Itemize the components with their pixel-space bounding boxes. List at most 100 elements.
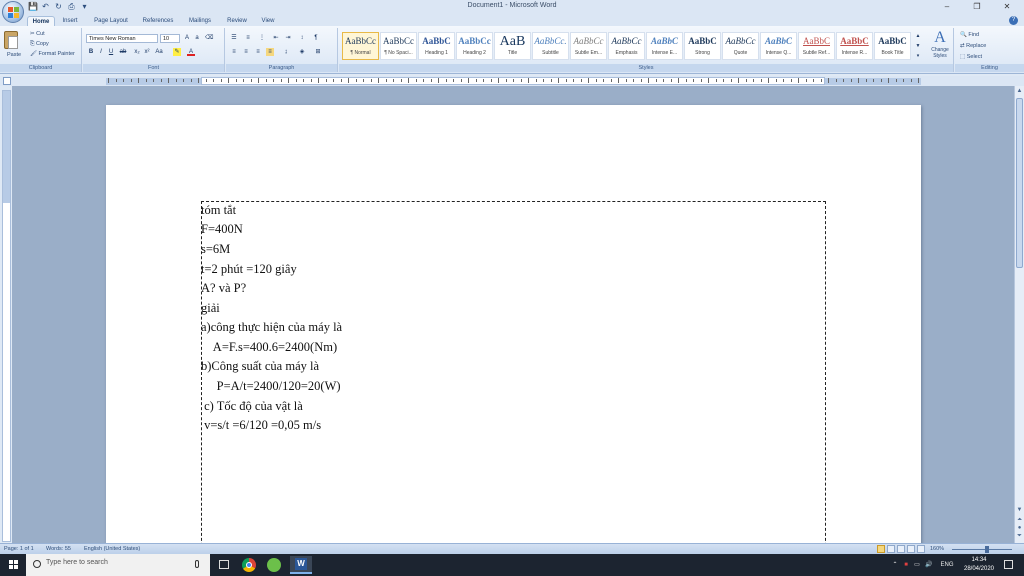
bold-icon[interactable]: B	[87, 48, 95, 56]
start-button[interactable]	[0, 554, 26, 576]
green-app-icon[interactable]	[263, 556, 285, 574]
tab-view[interactable]: View	[256, 16, 280, 26]
bullets-icon[interactable]: ☰	[230, 34, 238, 42]
font-size-select[interactable]: 10	[160, 34, 180, 43]
scroll-up-icon[interactable]: ▲	[1016, 87, 1023, 95]
style-quote[interactable]: AaBbCc Quote	[722, 32, 759, 60]
page-count[interactable]: Page: 1 of 1	[4, 545, 34, 554]
word-taskbar-icon[interactable]: W	[290, 556, 312, 574]
grow-font-icon[interactable]: A	[183, 34, 191, 42]
justify-icon[interactable]: ≡	[266, 48, 274, 56]
system-clock[interactable]: 14:34 28/04/2020	[958, 556, 1000, 574]
show-marks-icon[interactable]: ¶	[312, 34, 320, 42]
numbering-icon[interactable]: ≡	[244, 34, 252, 42]
line-spacing-icon[interactable]: ↨	[282, 48, 290, 56]
office-button[interactable]	[2, 1, 24, 23]
paste-icon[interactable]	[4, 31, 18, 49]
change-case-icon[interactable]: Aa	[155, 48, 163, 56]
close-button[interactable]: ✕	[992, 0, 1022, 13]
language-indicator[interactable]: English (United States)	[84, 545, 140, 554]
web-layout-icon[interactable]	[897, 545, 905, 553]
font-name-select[interactable]: Times New Roman	[86, 34, 158, 43]
microphone-icon[interactable]	[195, 560, 199, 568]
paste-button[interactable]: Paste	[7, 52, 21, 58]
print-layout-icon[interactable]	[877, 545, 885, 553]
doc-line[interactable]: tóm tắt	[201, 203, 236, 218]
style-subtle-reference[interactable]: AaBbC Subtle Ref...	[798, 32, 835, 60]
styles-more-icon[interactable]: ▾	[914, 52, 922, 60]
style-intense-reference[interactable]: AaBbC Intense R...	[836, 32, 873, 60]
style-intense-emphasis[interactable]: AaBbC Intense E...	[646, 32, 683, 60]
doc-line[interactable]: P=A/t=2400/120=20(W)	[201, 379, 341, 394]
full-screen-reading-icon[interactable]	[887, 545, 895, 553]
replace-button[interactable]: ⇄ Replace	[960, 43, 986, 49]
underline-icon[interactable]: U	[107, 48, 115, 56]
network-icon[interactable]: ▭	[912, 554, 922, 576]
decrease-indent-icon[interactable]: ⇤	[272, 34, 280, 42]
format-painter-button[interactable]: 🖌 Format Painter	[30, 51, 75, 57]
antivirus-icon[interactable]: ■	[901, 554, 911, 576]
previous-page-icon[interactable]: ⏶	[1016, 516, 1023, 524]
doc-line[interactable]: b)Công suất của máy là	[201, 359, 319, 374]
sort-icon[interactable]: ↕	[298, 34, 306, 42]
zoom-slider[interactable]	[952, 549, 1012, 550]
style-intense-quote[interactable]: AaBbC Intense Q...	[760, 32, 797, 60]
tray-expand-icon[interactable]: ⌃	[890, 554, 900, 576]
superscript-icon[interactable]: x²	[143, 48, 151, 56]
tab-review[interactable]: Review	[222, 16, 252, 26]
italic-icon[interactable]: I	[97, 48, 105, 56]
help-icon[interactable]: ?	[1009, 16, 1018, 25]
outline-view-icon[interactable]	[907, 545, 915, 553]
multilevel-list-icon[interactable]: ⋮	[258, 34, 266, 42]
tab-mailings[interactable]: Mailings	[183, 16, 217, 26]
tab-insert[interactable]: Insert	[58, 16, 82, 26]
style-title[interactable]: AaB Title	[494, 32, 531, 60]
style-no-spacing[interactable]: AaBbCc ¶ No Spaci...	[380, 32, 417, 60]
increase-indent-icon[interactable]: ⇥	[284, 34, 292, 42]
restore-button[interactable]: ❐	[962, 0, 992, 13]
tab-page-layout[interactable]: Page Layout	[88, 16, 134, 26]
doc-line[interactable]: t=2 phút =120 giây	[201, 262, 297, 277]
styles-scroll-up-icon[interactable]: ▲	[914, 32, 922, 40]
cut-button[interactable]: ✂ Cut	[30, 31, 45, 37]
style-strong[interactable]: AaBbC Strong	[684, 32, 721, 60]
doc-line[interactable]: a)công thực hiện của máy là	[201, 320, 342, 335]
zoom-slider-thumb[interactable]	[985, 546, 989, 553]
tab-selector-icon[interactable]	[3, 77, 11, 85]
word-count[interactable]: Words: 55	[46, 545, 71, 554]
shrink-font-icon[interactable]: a	[193, 34, 201, 42]
doc-line[interactable]: F=400N	[201, 222, 243, 237]
tab-home[interactable]: Home	[27, 16, 55, 26]
draft-view-icon[interactable]	[917, 545, 925, 553]
tab-references[interactable]: References	[138, 16, 178, 26]
doc-line[interactable]: s=6M	[201, 242, 230, 257]
vertical-scrollbar[interactable]: ▲ ▼ ⏶ ● ⏷	[1014, 86, 1024, 543]
find-button[interactable]: 🔍 Find	[960, 32, 979, 38]
action-center-icon[interactable]	[1004, 560, 1013, 569]
chrome-icon[interactable]	[238, 556, 260, 574]
style-heading-2[interactable]: AaBbCc Heading 2	[456, 32, 493, 60]
vertical-ruler[interactable]	[2, 90, 11, 542]
highlight-icon[interactable]: ✎	[173, 48, 181, 56]
borders-icon[interactable]: ⊞	[314, 48, 322, 56]
doc-line[interactable]: giải	[201, 301, 220, 316]
style-book-title[interactable]: AaBbC Book Title	[874, 32, 911, 60]
style-emphasis[interactable]: AaBbCc Emphasis	[608, 32, 645, 60]
taskbar-search[interactable]: Type here to search	[26, 554, 210, 576]
style-normal[interactable]: AaBbCc ¶ Normal	[342, 32, 379, 60]
doc-line[interactable]: A=F.s=400.6=2400(Nm)	[201, 340, 337, 355]
document-page[interactable]: tóm tắt F=400N s=6M t=2 phút =120 giây A…	[106, 105, 921, 543]
font-color-icon[interactable]: A	[187, 48, 195, 56]
select-button[interactable]: ⬚ Select	[960, 54, 982, 60]
change-styles-button[interactable]: A Change Styles	[928, 29, 952, 63]
doc-line[interactable]: c) Tốc độ của vật là	[201, 399, 303, 414]
zoom-level[interactable]: 160%	[930, 545, 944, 554]
minimize-button[interactable]: –	[932, 0, 962, 13]
select-browse-object-icon[interactable]: ●	[1016, 524, 1023, 532]
scroll-down-icon[interactable]: ▼	[1016, 506, 1023, 514]
align-right-icon[interactable]: ≡	[254, 48, 262, 56]
style-subtitle[interactable]: AaBbCc. Subtitle	[532, 32, 569, 60]
style-subtle-emphasis[interactable]: AaBbCc Subtle Em...	[570, 32, 607, 60]
subscript-icon[interactable]: x₂	[133, 48, 141, 56]
scroll-thumb[interactable]	[1016, 98, 1023, 268]
